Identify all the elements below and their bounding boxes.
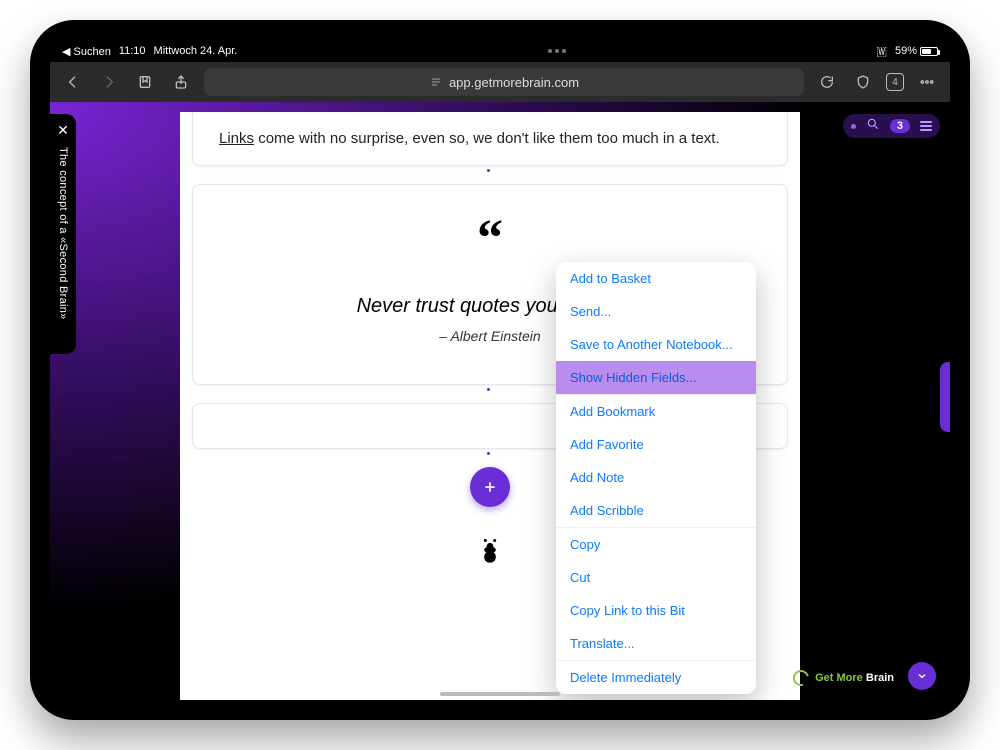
drag-handle-icon[interactable] xyxy=(487,388,493,394)
notebook-vertical-tab[interactable]: ✕ The concept of a «Second Brain» xyxy=(50,114,76,354)
screen: ◀ Suchen 11:10 Mittwoch 24. Apr. 🇼 59% xyxy=(50,40,950,700)
context-menu[interactable]: Add to BasketSend...Save to Another Note… xyxy=(556,262,756,694)
context-menu-item[interactable]: Save to Another Notebook... xyxy=(556,328,756,361)
bookmarks-button[interactable] xyxy=(132,69,158,95)
context-menu-item[interactable]: Copy xyxy=(556,528,756,561)
shield-icon[interactable] xyxy=(850,69,876,95)
context-menu-item[interactable]: Add to Basket xyxy=(556,262,756,295)
toolbar-dot-icon[interactable] xyxy=(851,124,856,129)
home-indicator[interactable] xyxy=(440,692,560,696)
ios-status-bar: ◀ Suchen 11:10 Mittwoch 24. Apr. 🇼 59% xyxy=(50,40,950,62)
text-card-content: Links come with no surprise, even so, we… xyxy=(219,130,761,147)
wifi-icon: 🇼 xyxy=(876,44,887,59)
context-menu-item[interactable]: Add Favorite xyxy=(556,428,756,461)
back-button[interactable] xyxy=(60,69,86,95)
status-time: 11:10 xyxy=(119,45,146,57)
browser-menu-button[interactable] xyxy=(914,69,940,95)
scroll-down-button[interactable] xyxy=(908,662,936,690)
count-badge[interactable]: 3 xyxy=(890,119,910,133)
tablet-frame: ◀ Suchen 11:10 Mittwoch 24. Apr. 🇼 59% xyxy=(30,20,970,720)
quote-mark-icon: “ xyxy=(219,213,761,265)
tabs-button[interactable]: 4 xyxy=(886,73,904,91)
multitask-dots[interactable] xyxy=(237,49,876,53)
context-menu-item[interactable]: Copy Link to this Bit xyxy=(556,594,756,627)
context-menu-item[interactable]: Show Hidden Fields... xyxy=(556,361,756,394)
reload-button[interactable] xyxy=(814,69,840,95)
context-menu-item[interactable]: Translate... xyxy=(556,627,756,660)
add-bit-button[interactable] xyxy=(470,467,510,507)
context-menu-item[interactable]: Send... xyxy=(556,295,756,328)
status-date: Mittwoch 24. Apr. xyxy=(154,45,238,57)
right-edge-handle[interactable] xyxy=(940,362,950,432)
text-card[interactable]: Links come with no surprise, even so, we… xyxy=(192,112,788,166)
links-link[interactable]: Links xyxy=(219,130,254,147)
drag-handle-icon[interactable] xyxy=(487,169,493,175)
brand-ring-icon xyxy=(790,667,812,689)
drag-handle-icon[interactable] xyxy=(487,452,493,458)
context-menu-item[interactable]: Add Scribble xyxy=(556,494,756,527)
url-text: app.getmorebrain.com xyxy=(449,75,579,90)
context-menu-item[interactable]: Add Bookmark xyxy=(556,395,756,428)
app-viewport: ✕ The concept of a «Second Brain» 3 Link… xyxy=(50,102,950,700)
battery-indicator: 59% xyxy=(895,45,938,57)
url-bar[interactable]: app.getmorebrain.com xyxy=(204,68,804,96)
brand-footer[interactable]: Get More Brain xyxy=(793,670,894,686)
context-menu-item[interactable]: Cut xyxy=(556,561,756,594)
notebook-title: The concept of a «Second Brain» xyxy=(57,147,69,320)
context-menu-item[interactable]: Delete Immediately xyxy=(556,661,756,694)
search-icon[interactable] xyxy=(866,117,880,136)
reader-mode-icon xyxy=(429,75,443,89)
outline-icon[interactable] xyxy=(920,121,932,131)
close-icon[interactable]: ✕ xyxy=(57,122,69,139)
right-mini-toolbar: 3 xyxy=(843,114,940,138)
browser-toolbar: app.getmorebrain.com 4 xyxy=(50,62,950,102)
forward-button[interactable] xyxy=(96,69,122,95)
back-to-app[interactable]: ◀ Suchen xyxy=(62,45,111,58)
share-button[interactable] xyxy=(168,69,194,95)
context-menu-item[interactable]: Add Note xyxy=(556,461,756,494)
